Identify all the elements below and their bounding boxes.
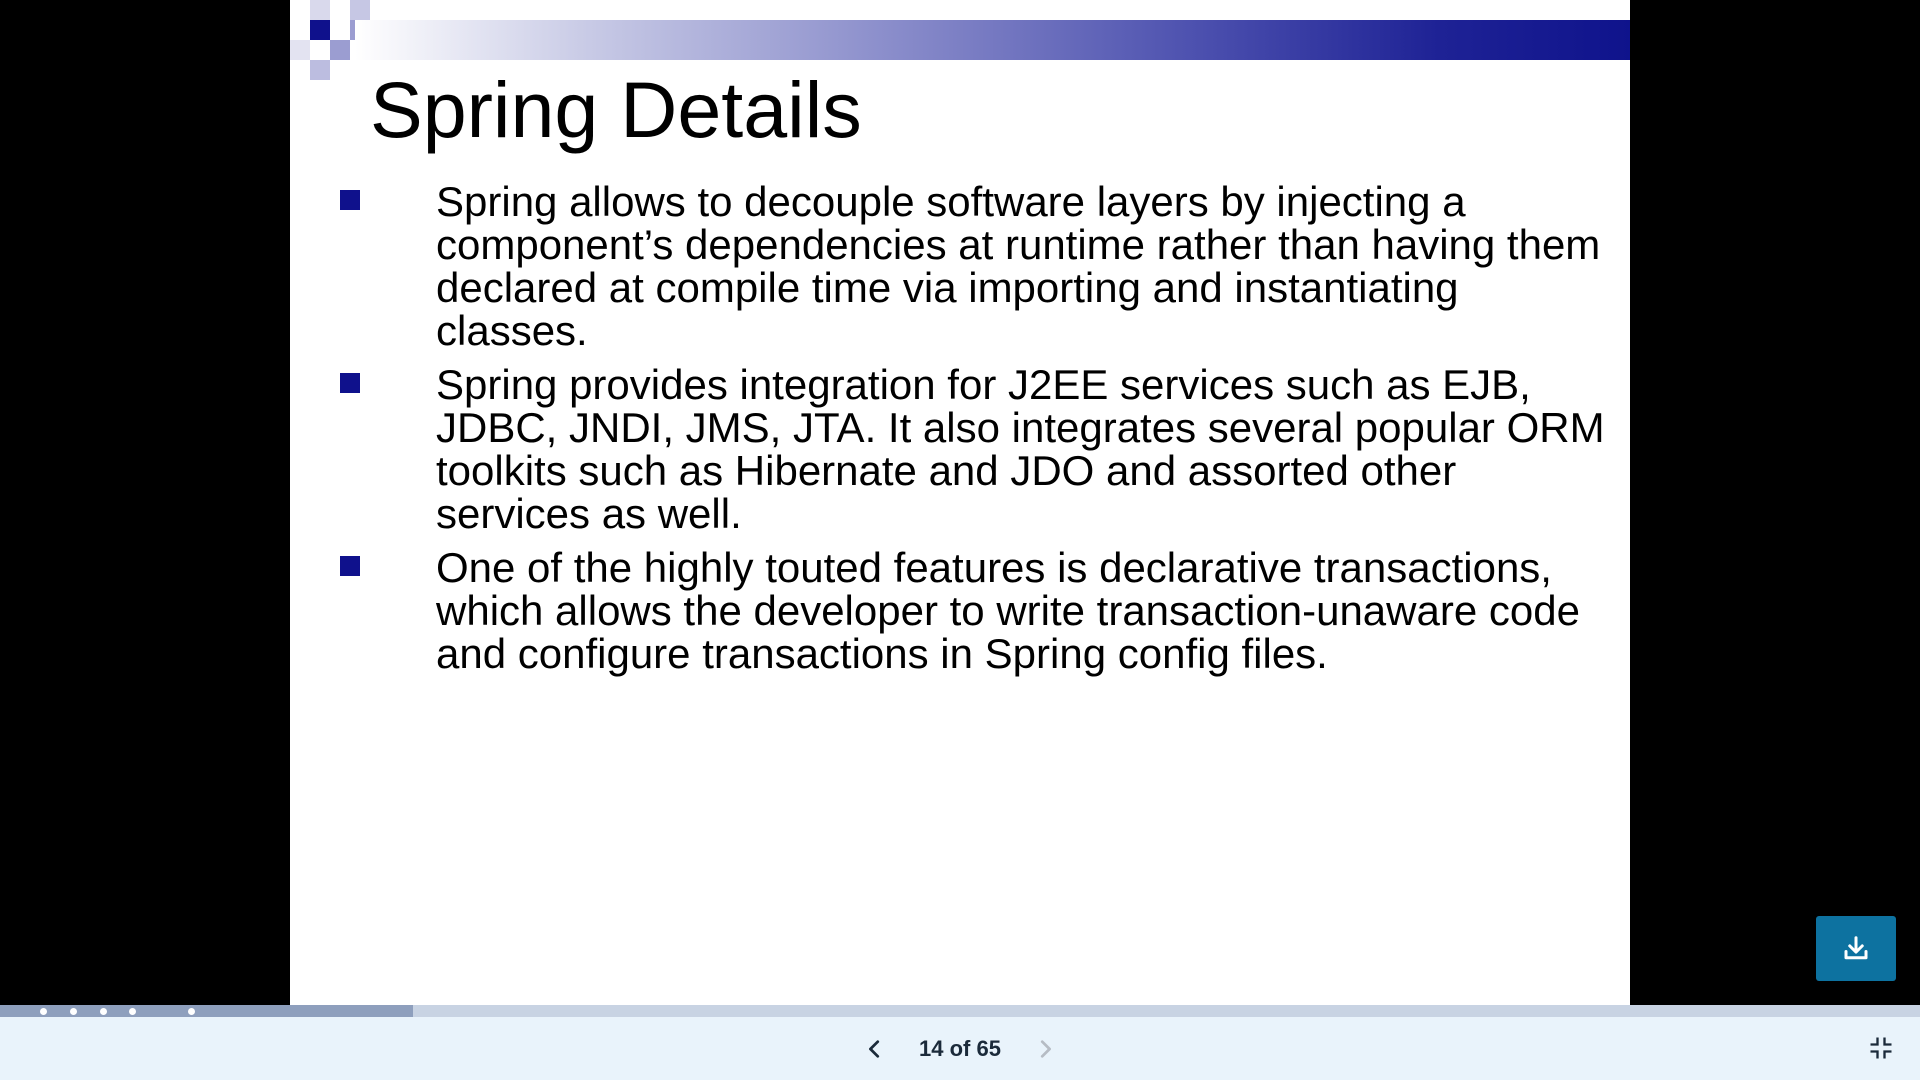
bullet-square-icon xyxy=(340,556,360,576)
bullet-list: Spring allows to decouple software layer… xyxy=(340,180,1610,686)
progress-fill xyxy=(0,1005,413,1017)
chevron-left-icon xyxy=(869,1040,880,1058)
download-button[interactable] xyxy=(1816,916,1896,981)
exit-fullscreen-icon xyxy=(1870,1037,1892,1059)
bullet-item: One of the highly touted features is dec… xyxy=(340,546,1610,675)
progress-bar[interactable] xyxy=(0,1005,1920,1017)
slide-title: Spring Details xyxy=(370,65,862,154)
download-icon xyxy=(1844,935,1868,959)
next-slide-button[interactable] xyxy=(1030,1034,1060,1064)
bullet-text: Spring allows to decouple software layer… xyxy=(436,178,1601,354)
progress-marker[interactable] xyxy=(188,1008,195,1015)
progress-marker[interactable] xyxy=(70,1008,77,1015)
previous-slide-button[interactable] xyxy=(860,1034,890,1064)
bullet-item: Spring allows to decouple software layer… xyxy=(340,180,1610,352)
progress-marker[interactable] xyxy=(40,1008,47,1015)
chevron-right-icon xyxy=(1040,1040,1051,1058)
bullet-text: Spring provides integration for J2EE ser… xyxy=(436,361,1605,537)
bottom-toolbar: 14 of 65 xyxy=(0,1017,1920,1080)
presentation-viewer: Spring Details Spring allows to decouple… xyxy=(0,0,1920,1080)
page-indicator: 14 of 65 xyxy=(919,1036,1001,1061)
bullet-item: Spring provides integration for J2EE ser… xyxy=(340,363,1610,535)
progress-marker[interactable] xyxy=(129,1008,136,1015)
progress-marker[interactable] xyxy=(100,1008,107,1015)
exit-fullscreen-button[interactable] xyxy=(1866,1033,1896,1063)
bullet-text: One of the highly touted features is dec… xyxy=(436,544,1580,677)
slide: Spring Details Spring allows to decouple… xyxy=(290,0,1630,1005)
bullet-square-icon xyxy=(340,373,360,393)
title-bar-gradient xyxy=(355,20,1630,60)
bullet-square-icon xyxy=(340,190,360,210)
